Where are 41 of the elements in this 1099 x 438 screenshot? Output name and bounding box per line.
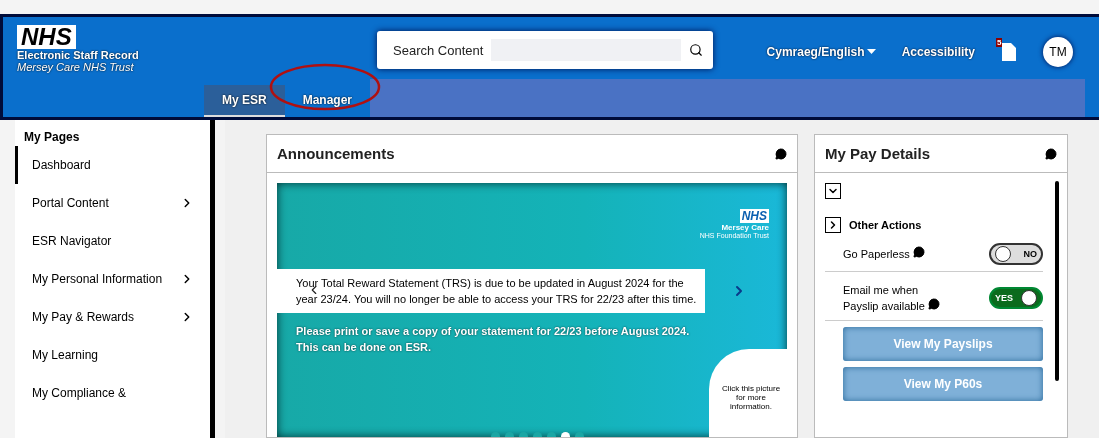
section-label: Other Actions <box>849 219 922 231</box>
expand-button[interactable] <box>825 217 841 233</box>
help-icon <box>1045 147 1057 160</box>
toggle-label: Email me when Payslip available <box>843 282 953 314</box>
slide-logo-mark: NHS <box>739 209 769 223</box>
logo-title: Electronic Staff Record <box>17 49 140 61</box>
scrollbar[interactable] <box>1055 181 1059 381</box>
sidebar-item[interactable]: My Pay & Rewards <box>15 298 210 336</box>
sidebar-item[interactable]: Dashboard <box>15 146 210 184</box>
sidebar-item[interactable]: Portal Content <box>15 184 210 222</box>
notification-badge: 5 <box>996 38 1003 47</box>
expand-button[interactable] <box>825 183 841 199</box>
sidebar-item[interactable]: My Compliance & <box>15 374 210 412</box>
slide-text: Please print or save a copy of your statement for 22/23 before August 2024. This can be done on ESR. <box>296 324 691 355</box>
language-menu[interactable]: Cymraeg/English <box>766 45 876 59</box>
sidebar-item[interactable]: ESR Navigator <box>15 222 210 260</box>
nav-tab[interactable]: My ESR <box>204 85 285 117</box>
toggle-switch[interactable]: NO <box>989 243 1043 265</box>
sidebar-item[interactable]: My Personal Information <box>15 260 210 298</box>
search-icon[interactable] <box>689 43 703 57</box>
card-title: Announcements <box>277 145 395 162</box>
announcement-slide[interactable] <box>277 183 787 437</box>
sidebar-heading: My Pages <box>24 130 81 144</box>
help-icon <box>928 298 940 310</box>
organisation-name: Mersey Care NHS Trust <box>17 61 135 73</box>
help-icon <box>912 246 925 258</box>
search-field[interactable]: Search Content <box>377 31 713 69</box>
sidebar-item[interactable]: My Learning <box>15 336 210 374</box>
slide-logo-org: Mersey Care <box>721 223 769 232</box>
toggle-switch[interactable]: YES <box>989 287 1043 309</box>
notice-text: Your Total Reward Statement (TRS) is due to be updated in August 2024 for the year 23/24. You will no longer be able to access your TRS for 22/23 after this time. <box>277 269 705 313</box>
document-icon[interactable] <box>1001 42 1017 62</box>
card-title: My Pay Details <box>825 145 931 162</box>
accessibility-link[interactable]: Accessibility <box>901 45 975 59</box>
toggle-label: Go Paperless <box>843 246 953 262</box>
user-avatar[interactable]: TM <box>1043 37 1073 67</box>
nav-tab[interactable]: Manager <box>284 85 371 117</box>
logo-mark: NHS <box>17 25 76 49</box>
help-icon <box>775 147 787 160</box>
callout-text: Click this picture for more information. <box>709 349 787 437</box>
caret-icon <box>866 49 876 55</box>
